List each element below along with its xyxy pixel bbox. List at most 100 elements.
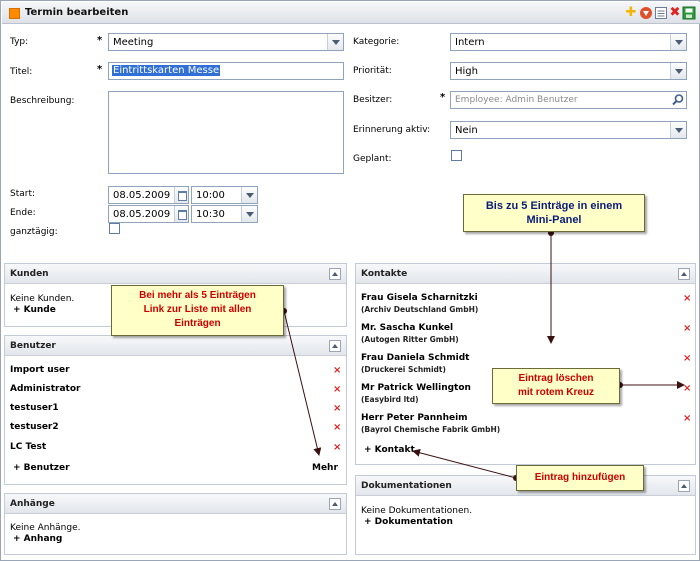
callout-line: Link zur Liste mit allen <box>143 304 252 315</box>
collapse-icon[interactable] <box>329 498 341 510</box>
chevron-down-icon[interactable] <box>327 34 343 50</box>
kunden-panel-header: Kunden <box>5 264 346 284</box>
typ-select[interactable]: Meeting <box>108 33 344 51</box>
chevron-down-icon[interactable] <box>241 206 257 222</box>
callout-mini-panel: Bis zu 5 Einträge in einem Mini-Panel <box>463 194 645 232</box>
start-time-select[interactable]: 10:00 <box>191 186 258 204</box>
required-mark: * <box>97 64 103 75</box>
callout-line: Bei mehr als 5 Einträgen <box>139 290 256 301</box>
start-date-input[interactable]: 08.05.2009 <box>108 186 189 204</box>
anhaenge-panel-header: Anhänge <box>5 494 346 514</box>
calendar-icon[interactable] <box>174 187 188 203</box>
required-mark: * <box>97 35 103 46</box>
list-item[interactable]: testuser1 <box>10 403 59 413</box>
titel-value: Eintrittskarten Messe <box>112 65 221 76</box>
list-item[interactable]: testuser2 <box>10 422 59 432</box>
erinnerung-select[interactable]: Nein <box>450 121 687 139</box>
list-item[interactable]: LC Test <box>10 442 46 452</box>
end-time-value: 10:30 <box>196 209 225 220</box>
list-icon[interactable] <box>654 6 668 20</box>
kunden-panel-title: Kunden <box>10 269 49 279</box>
list-item[interactable]: Administrator <box>10 384 80 394</box>
prioritaet-value: High <box>455 66 478 77</box>
collapse-icon[interactable] <box>329 340 341 352</box>
kategorie-select[interactable]: Intern <box>450 33 687 51</box>
titel-label: Titel: <box>10 67 33 77</box>
window-titlebar: Termin bearbeiten ✚ ✖ <box>2 2 700 24</box>
add-kontakt-link[interactable]: + Kontakt <box>364 445 415 455</box>
callout-line: Mini-Panel <box>526 214 582 226</box>
chevron-down-icon[interactable] <box>241 187 257 203</box>
end-time-select[interactable]: 10:30 <box>191 205 258 223</box>
beschreibung-textarea[interactable] <box>108 91 344 174</box>
typ-label: Typ: <box>10 37 29 47</box>
callout-more-link: Bei mehr als 5 Einträgen Link zur Liste … <box>111 285 284 336</box>
anhaenge-empty-text: Keine Anhänge. <box>10 523 81 533</box>
besitzer-label: Besitzer: <box>353 95 393 105</box>
chevron-down-icon[interactable] <box>670 63 686 79</box>
chevron-down-icon[interactable] <box>670 34 686 50</box>
geplant-checkbox[interactable] <box>451 150 462 161</box>
benutzer-panel-title: Benutzer <box>10 341 56 351</box>
delete-icon[interactable]: × <box>333 385 341 395</box>
callout-delete: Eintrag löschen mit rotem Kreuz <box>492 368 620 404</box>
start-date-value: 08.05.2009 <box>113 190 171 201</box>
contact-company: (Easybird ltd) <box>361 395 419 404</box>
close-red-icon[interactable]: ✖ <box>668 6 682 20</box>
collapse-icon[interactable] <box>678 480 690 492</box>
list-item[interactable]: Import user <box>10 365 70 375</box>
callout-line: Eintrag löschen <box>518 373 594 384</box>
start-time-value: 10:00 <box>196 190 225 201</box>
add-icon[interactable]: ✚ <box>624 6 638 20</box>
kategorie-value: Intern <box>455 37 485 48</box>
delete-icon[interactable]: × <box>683 384 691 394</box>
callout-line: mit rotem Kreuz <box>517 387 595 398</box>
delete-icon[interactable]: × <box>683 294 691 304</box>
delete-icon[interactable]: × <box>333 366 341 376</box>
prioritaet-select[interactable]: High <box>450 62 687 80</box>
ende-label: Ende: <box>10 208 36 218</box>
delete-icon[interactable]: × <box>333 443 341 453</box>
delete-icon[interactable]: × <box>683 354 691 364</box>
erinnerung-label: Erinnerung aktiv: <box>353 125 431 135</box>
collapse-icon[interactable] <box>678 268 690 280</box>
search-icon[interactable] <box>670 92 686 108</box>
kontakte-panel-title: Kontakte <box>361 269 408 279</box>
add-anhang-link[interactable]: + Anhang <box>13 534 62 544</box>
erinnerung-value: Nein <box>455 125 478 136</box>
contact-name[interactable]: Herr Peter Pannheim <box>361 413 468 423</box>
ganztaegig-checkbox[interactable] <box>109 223 120 234</box>
geplant-label: Geplant: <box>353 154 392 164</box>
add-dokumentation-link[interactable]: + Dokumentation <box>364 517 453 527</box>
anhaenge-panel-title: Anhänge <box>10 499 55 509</box>
add-benutzer-link[interactable]: + Benutzer <box>13 463 70 473</box>
beschreibung-label: Beschreibung: <box>10 96 75 106</box>
chevron-down-icon[interactable] <box>670 122 686 138</box>
more-link[interactable]: Mehr <box>312 463 338 473</box>
benutzer-panel: Benutzer Import user × Administrator × t… <box>4 335 347 485</box>
dokumentationen-panel-title: Dokumentationen <box>361 481 452 491</box>
contact-name[interactable]: Mr. Sascha Kunkel <box>361 323 453 333</box>
collapse-icon[interactable] <box>329 268 341 280</box>
contact-name[interactable]: Mr Patrick Wellington <box>361 383 471 393</box>
down-arrow-icon[interactable] <box>639 6 653 20</box>
kategorie-label: Kategorie: <box>353 37 400 47</box>
delete-icon[interactable]: × <box>333 423 341 433</box>
delete-icon[interactable]: × <box>683 324 691 334</box>
titel-input[interactable]: Eintrittskarten Messe <box>108 62 344 80</box>
typ-value: Meeting <box>113 37 154 48</box>
benutzer-panel-header: Benutzer <box>5 336 346 356</box>
callout-line: Einträgen <box>174 318 221 329</box>
kontakte-panel-header: Kontakte <box>356 264 695 284</box>
besitzer-input[interactable]: Employee: Admin Benutzer <box>450 91 687 109</box>
contact-name[interactable]: Frau Gisela Scharnitzki <box>361 293 478 303</box>
kontakte-panel: Kontakte Frau Gisela Scharnitzki (Archiv… <box>355 263 696 465</box>
kunden-empty-text: Keine Kunden. <box>10 294 75 304</box>
calendar-icon[interactable] <box>174 206 188 222</box>
delete-icon[interactable]: × <box>683 414 691 424</box>
end-date-input[interactable]: 08.05.2009 <box>108 205 189 223</box>
delete-icon[interactable]: × <box>333 404 341 414</box>
add-kunde-link[interactable]: + Kunde <box>13 305 56 315</box>
save-green-icon[interactable] <box>682 6 696 20</box>
contact-name[interactable]: Frau Daniela Schmidt <box>361 353 470 363</box>
